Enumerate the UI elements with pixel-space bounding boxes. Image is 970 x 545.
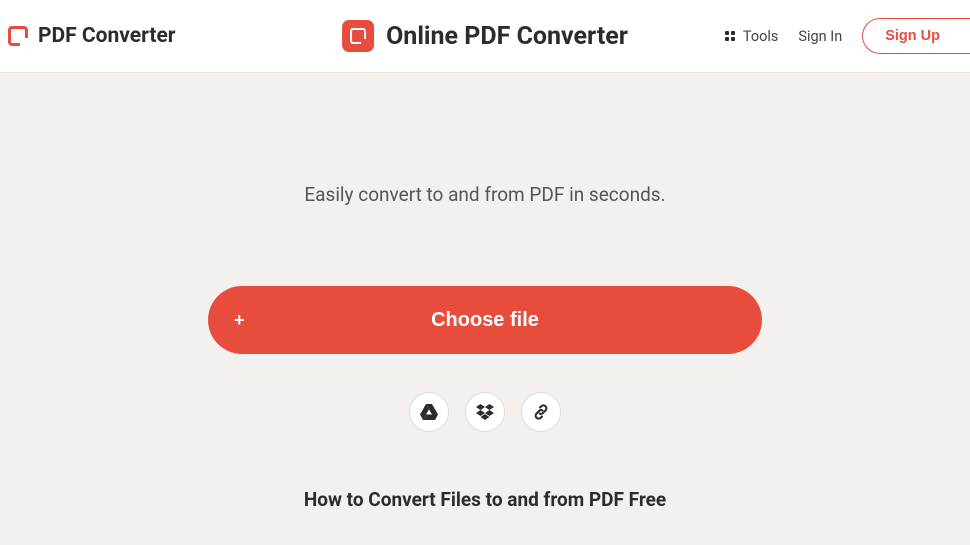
google-drive-icon xyxy=(420,404,438,420)
dropbox-icon xyxy=(476,404,494,420)
howto-title: How to Convert Files to and from PDF Fre… xyxy=(304,488,666,511)
plus-icon: + xyxy=(234,310,245,331)
choose-file-label: Choose file xyxy=(431,309,539,332)
header: PDF Converter Online PDF Converter Tools… xyxy=(0,0,970,73)
header-nav: Tools Sign In Sign Up xyxy=(725,18,970,54)
google-drive-button[interactable] xyxy=(409,392,449,432)
tools-label: Tools xyxy=(743,28,779,45)
brand-logo-icon xyxy=(8,26,28,46)
app-logo-icon xyxy=(342,20,374,52)
signin-link[interactable]: Sign In xyxy=(798,28,842,45)
tools-link[interactable]: Tools xyxy=(725,28,779,45)
signup-button[interactable]: Sign Up xyxy=(862,18,970,54)
choose-file-button[interactable]: + Choose file xyxy=(208,286,762,354)
brand-name: PDF Converter xyxy=(38,24,175,48)
subtitle: Easily convert to and from PDF in second… xyxy=(304,183,665,206)
brand-area[interactable]: PDF Converter xyxy=(8,24,175,48)
page-title-area: Online PDF Converter xyxy=(342,20,628,52)
link-icon xyxy=(532,403,550,421)
url-link-button[interactable] xyxy=(521,392,561,432)
grid-icon xyxy=(725,31,735,41)
page-title: Online PDF Converter xyxy=(386,22,628,51)
dropbox-button[interactable] xyxy=(465,392,505,432)
main-content: Easily convert to and from PDF in second… xyxy=(0,73,970,545)
file-source-row xyxy=(409,392,561,432)
